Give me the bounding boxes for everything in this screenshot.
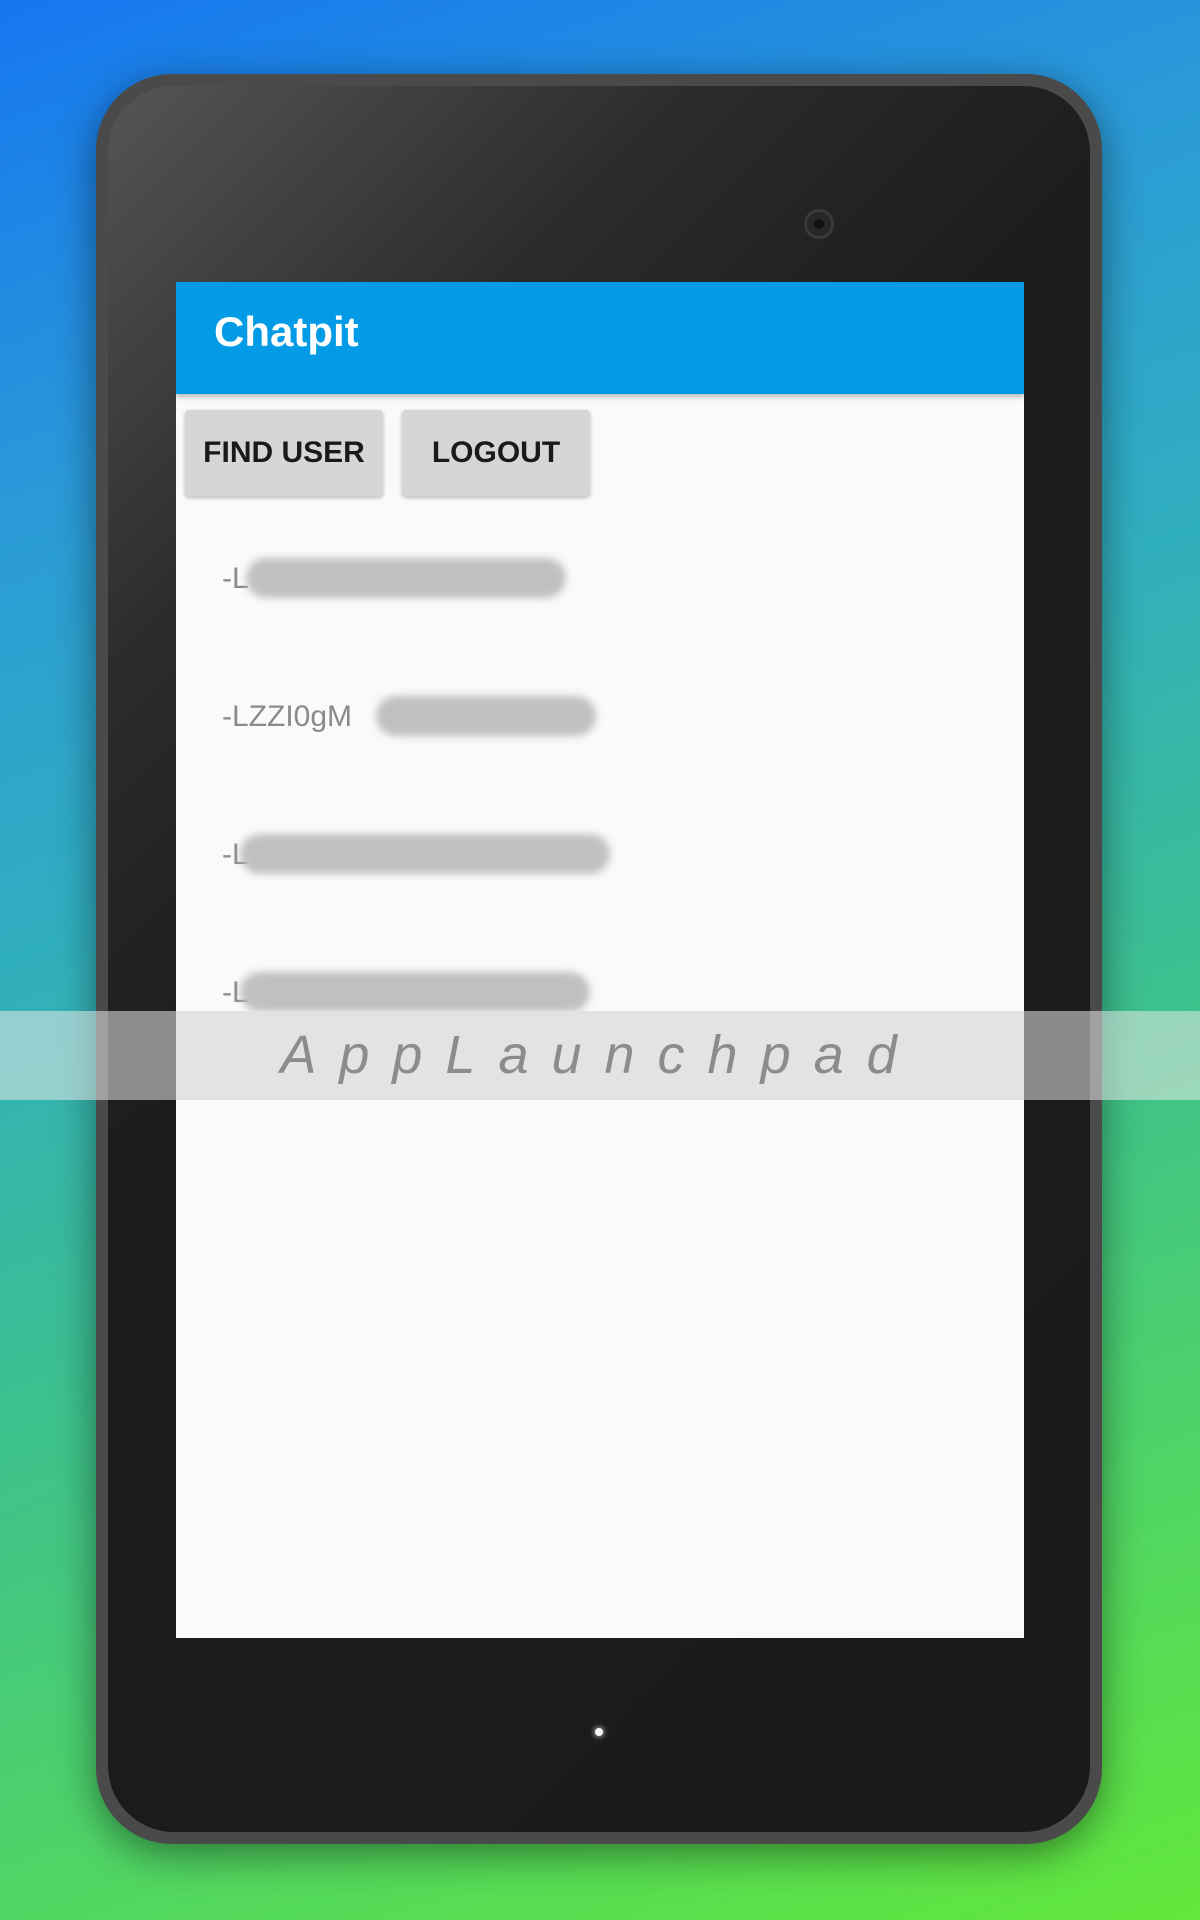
- home-indicator-icon: [595, 1728, 603, 1736]
- app-title: Chatpit: [214, 308, 359, 355]
- user-list-item[interactable]: -L: [176, 808, 1024, 946]
- find-user-button[interactable]: FIND USER: [185, 410, 383, 496]
- watermark-banner: AppLaunchpad: [0, 1011, 1200, 1100]
- user-list-item[interactable]: -LZZI0gM: [176, 670, 1024, 808]
- app-screen: Chatpit FIND USER LOGOUT -L -LZZI0gM -L …: [176, 282, 1024, 1638]
- redacted-text: [240, 834, 610, 874]
- front-camera-icon: [804, 209, 834, 239]
- user-id-text: -LZZI0gM: [222, 700, 353, 733]
- redacted-text: [376, 696, 596, 736]
- user-list: -L -LZZI0gM -L -L: [176, 532, 1024, 1084]
- redacted-text: [240, 972, 590, 1012]
- watermark-text: AppLaunchpad: [280, 1025, 920, 1085]
- app-bar: Chatpit: [176, 282, 1024, 394]
- logout-button[interactable]: LOGOUT: [402, 410, 590, 496]
- user-list-item[interactable]: -L: [176, 532, 1024, 670]
- user-id-text: -L: [222, 562, 249, 595]
- redacted-text: [246, 558, 566, 598]
